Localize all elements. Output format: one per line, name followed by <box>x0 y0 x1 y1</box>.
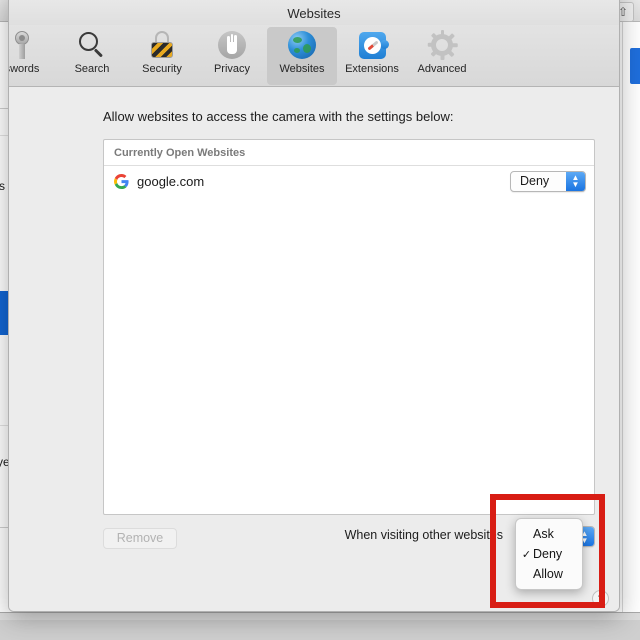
toolbar-item-search[interactable]: Search <box>57 27 127 85</box>
padlock-icon <box>150 30 174 60</box>
preferences-toolbar: swords Search Security <box>9 25 619 87</box>
settings-description: Allow websites to access the camera with… <box>103 109 597 124</box>
search-icon <box>79 30 105 60</box>
toolbar-item-label: Extensions <box>345 63 399 75</box>
preferences-titlebar[interactable]: Websites <box>9 0 619 25</box>
toolbar-item-websites[interactable]: Websites <box>267 27 337 85</box>
extension-puzzle-icon <box>359 30 386 60</box>
toolbar-item-label: Advanced <box>418 63 467 75</box>
permission-popup-value: Deny <box>511 174 549 188</box>
sidebar-item-label: s <box>0 179 5 193</box>
gear-icon <box>428 30 456 60</box>
remove-button[interactable]: Remove <box>103 528 177 549</box>
toolbar-item-passwords[interactable]: swords <box>8 27 57 85</box>
desktop-strip-lower <box>0 620 640 640</box>
websites-list-panel: Currently Open Websites google.com Deny <box>103 139 595 515</box>
annotation-highlight-box <box>490 494 605 608</box>
chevron-updown-icon: ▲▼ <box>566 172 585 191</box>
toolbar-item-advanced[interactable]: Advanced <box>407 27 477 85</box>
window-title: Websites <box>287 6 340 21</box>
key-icon <box>14 30 30 60</box>
globe-icon <box>288 30 316 60</box>
google-icon <box>114 174 129 189</box>
other-websites-label: When visiting other websites <box>345 528 503 542</box>
toolbar-item-label: Websites <box>279 63 324 75</box>
toolbar-item-label: Privacy <box>214 63 250 75</box>
toolbar-item-extensions[interactable]: Extensions <box>337 27 407 85</box>
browser-accent-strip <box>630 48 640 84</box>
screenshot-root: 🔒 google.com ⟳ ⇧ s yer Websites swords <box>0 0 640 640</box>
table-row[interactable]: google.com Deny ▲▼ <box>104 166 594 196</box>
toolbar-item-label: Search <box>75 63 110 75</box>
toolbar-item-privacy[interactable]: Privacy <box>197 27 267 85</box>
toolbar-item-label: Security <box>142 63 182 75</box>
toolbar-item-label: swords <box>8 63 39 75</box>
toolbar-item-security[interactable]: Security <box>127 27 197 85</box>
hand-icon <box>218 30 246 60</box>
row-domain-label: google.com <box>137 174 502 189</box>
browser-right-panel <box>622 22 640 640</box>
list-section-header: Currently Open Websites <box>104 140 594 166</box>
permission-popup-button[interactable]: Deny ▲▼ <box>510 171 586 192</box>
